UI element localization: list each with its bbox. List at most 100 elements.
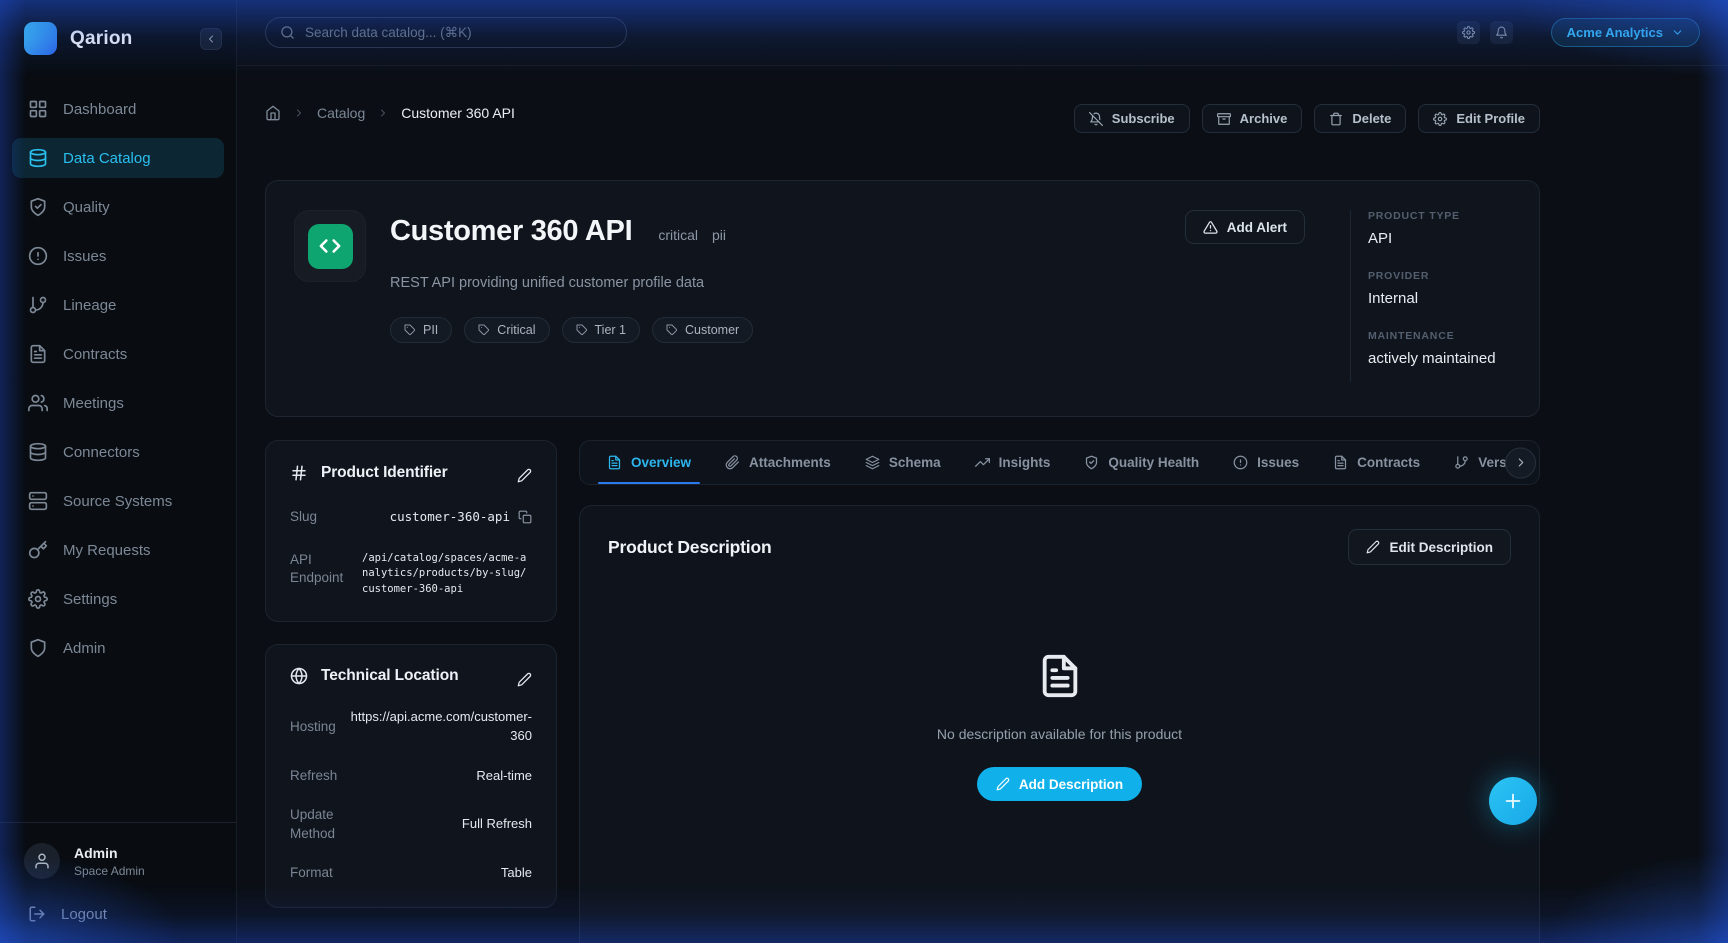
row-value: Real-time — [476, 767, 532, 786]
pencil-icon[interactable] — [517, 468, 532, 483]
user-icon — [33, 852, 51, 870]
empty-state-text: No description available for this produc… — [937, 726, 1182, 742]
home-icon[interactable] — [265, 105, 281, 121]
edit-description-button[interactable]: Edit Description — [1348, 529, 1511, 565]
tab[interactable]: Insights — [958, 441, 1068, 484]
breadcrumb-segment: Catalog — [293, 105, 365, 121]
tag-pill[interactable]: Customer — [652, 317, 753, 343]
meta-value: actively maintained — [1368, 350, 1511, 367]
product-identifier-card: Product Identifier Slug customer-360-api — [265, 440, 557, 622]
row-label: Refresh — [290, 767, 337, 785]
notifications-button[interactable] — [1490, 21, 1513, 44]
logout-button[interactable]: Logout — [12, 895, 224, 923]
sidebar-item[interactable]: Source Systems — [12, 481, 224, 521]
product-header-right: Add Alert Product Type API Provider Inte… — [1185, 210, 1511, 387]
add-description-button[interactable]: Add Description — [977, 767, 1142, 801]
sidebar-item[interactable]: Settings — [12, 579, 224, 619]
page-action-icon — [1433, 112, 1447, 126]
row-value: customer-360-api — [390, 508, 510, 526]
tag-icon — [404, 324, 416, 336]
tabs-scroll-right-button[interactable] — [1505, 447, 1536, 478]
nav-item-icon — [28, 393, 48, 413]
settings-button[interactable] — [1457, 21, 1480, 44]
nav-item-label: Dashboard — [63, 101, 136, 118]
search-input[interactable] — [305, 25, 612, 40]
workspace-switcher[interactable]: Acme Analytics — [1551, 18, 1700, 47]
tab[interactable]: Contracts — [1316, 441, 1437, 484]
meta-label: Product Type — [1368, 210, 1511, 222]
user-info: Admin Space Admin — [74, 845, 145, 878]
tag-label: Critical — [497, 323, 535, 337]
tag-icon — [666, 324, 678, 336]
row-label: API Endpoint — [290, 551, 350, 587]
product-description-card: Product Description Edit Description No … — [579, 505, 1540, 943]
pencil-icon[interactable] — [517, 672, 532, 687]
search-bar[interactable] — [265, 17, 627, 48]
document-icon — [1037, 653, 1083, 699]
sidebar-item[interactable]: Data Catalog — [12, 138, 224, 178]
tab-label: Overview — [631, 455, 691, 470]
product-badge: pii — [712, 227, 726, 243]
tag-pill[interactable]: PII — [390, 317, 452, 343]
tag-pill[interactable]: Critical — [464, 317, 549, 343]
page-action-button[interactable]: Delete — [1314, 104, 1406, 133]
sidebar-nav: Dashboard Data Catalog Quality Issues Li… — [0, 73, 236, 822]
sidebar-item[interactable]: Quality — [12, 187, 224, 227]
pencil-icon — [996, 777, 1010, 791]
row-value-wrap: https://api.acme.com/customer-360 — [348, 708, 532, 746]
nav-item-label: Meetings — [63, 395, 124, 412]
row-value-wrap: Real-time — [349, 767, 532, 786]
identifier-rows: Slug customer-360-api API Endpoint /api/… — [290, 508, 532, 597]
sidebar-item[interactable]: Admin — [12, 628, 224, 668]
sidebar-item[interactable]: Issues — [12, 236, 224, 276]
page-action-label: Archive — [1240, 111, 1288, 126]
product-summary: Customer 360 API criticalpii REST API pr… — [390, 210, 1185, 387]
user-menu[interactable]: Admin Space Admin — [12, 837, 224, 885]
card-title: Product Identifier — [321, 464, 504, 482]
tabs-list: Overview Attachments Schema Insights — [590, 441, 1551, 484]
breadcrumb-item[interactable]: Catalog — [317, 105, 365, 121]
globe-icon — [290, 667, 308, 685]
sidebar-item[interactable]: My Requests — [12, 530, 224, 570]
tab[interactable]: Overview — [590, 441, 708, 484]
nav-item-label: Connectors — [63, 444, 140, 461]
page-action-button[interactable]: Subscribe — [1074, 104, 1190, 133]
tab[interactable]: Schema — [848, 441, 958, 484]
sidebar-footer: Admin Space Admin Logout — [0, 822, 236, 943]
topbar: Acme Analytics — [237, 0, 1728, 66]
tag-pill[interactable]: Tier 1 — [562, 317, 641, 343]
meta-label: Maintenance — [1368, 330, 1511, 342]
nav-item-icon — [28, 540, 48, 560]
sidebar-header: Qarion — [0, 0, 236, 73]
tab-icon — [1454, 455, 1469, 470]
page-action-label: Delete — [1352, 111, 1391, 126]
page-action-button[interactable]: Edit Profile — [1418, 104, 1540, 133]
breadcrumb-items: Catalog Customer 360 API — [293, 105, 515, 121]
sidebar-collapse-button[interactable] — [200, 28, 222, 50]
row-value-wrap: customer-360-api — [329, 508, 532, 526]
alert-triangle-icon — [1203, 220, 1218, 235]
meta-value: Internal — [1368, 290, 1511, 307]
breadcrumb-item[interactable]: Customer 360 API — [401, 105, 515, 121]
nav-item-label: Lineage — [63, 297, 116, 314]
sidebar-item[interactable]: Connectors — [12, 432, 224, 472]
copy-icon[interactable] — [518, 510, 532, 524]
tab[interactable]: Quality Health — [1067, 441, 1216, 484]
sidebar-item[interactable]: Lineage — [12, 285, 224, 325]
tab[interactable]: Attachments — [708, 441, 848, 484]
sidebar-item[interactable]: Dashboard — [12, 89, 224, 129]
sidebar-item[interactable]: Meetings — [12, 383, 224, 423]
pencil-icon — [1366, 540, 1380, 554]
meta-group: Provider Internal — [1368, 270, 1511, 307]
row-value: Table — [501, 864, 532, 883]
tag-label: Tier 1 — [595, 323, 627, 337]
row-value-wrap: /api/catalog/spaces/acme-analytics/produ… — [362, 551, 532, 597]
description-title: Product Description — [608, 537, 771, 558]
search-icon — [280, 25, 295, 40]
sidebar-item[interactable]: Contracts — [12, 334, 224, 374]
floating-add-button[interactable] — [1489, 777, 1537, 825]
add-alert-button[interactable]: Add Alert — [1185, 210, 1305, 244]
tab[interactable]: Issues — [1216, 441, 1316, 484]
logout-label: Logout — [61, 906, 107, 923]
page-action-button[interactable]: Archive — [1202, 104, 1303, 133]
